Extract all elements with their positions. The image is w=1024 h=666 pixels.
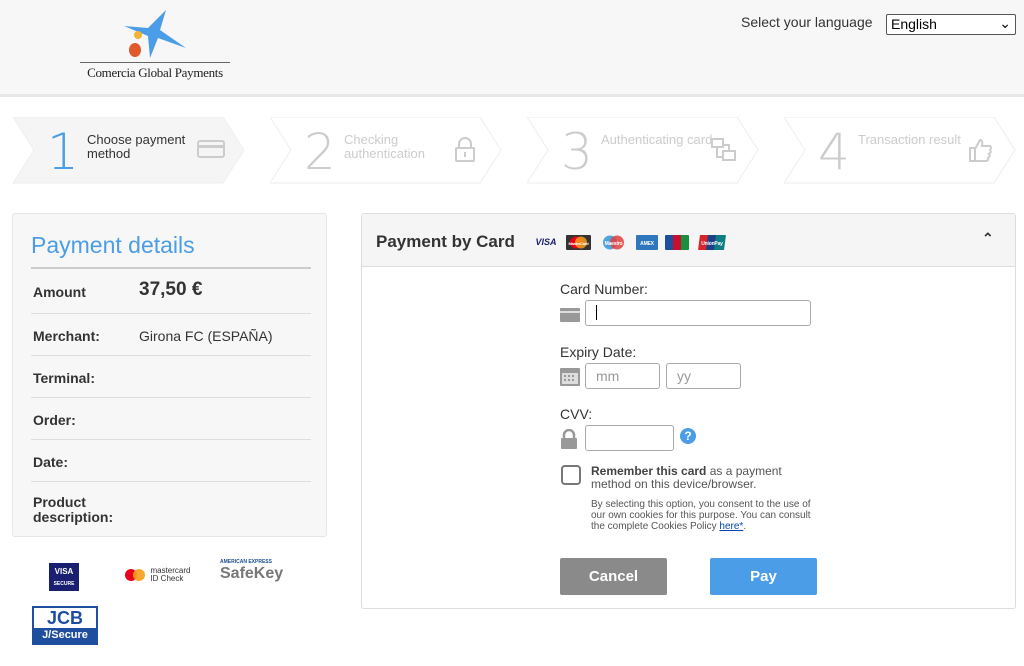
detail-row-product: Product description: bbox=[31, 482, 311, 532]
cvv-help-icon[interactable]: ? bbox=[680, 428, 696, 444]
step-1: 1 Choose payment method bbox=[13, 117, 245, 184]
mastercard-brand-icon: MasterCard bbox=[566, 235, 591, 250]
language-label: Select your language bbox=[741, 14, 873, 30]
amex-brand-text: AMEX bbox=[640, 241, 654, 247]
collapse-chevron-up-icon[interactable]: ⌃ bbox=[982, 230, 994, 247]
maestro-brand-text: Maestro bbox=[604, 241, 623, 247]
cookies-policy-link[interactable]: here* bbox=[719, 521, 743, 532]
step-label: Checking authentication bbox=[344, 132, 425, 161]
payment-details-title: Payment details bbox=[31, 232, 195, 258]
merchant-value: Girona FC (ESPAÑA) bbox=[139, 328, 273, 344]
lock-icon bbox=[561, 429, 577, 449]
calendar-icon bbox=[560, 368, 580, 386]
amex-brand-icon: AMEX bbox=[636, 235, 658, 250]
step-number: 4 bbox=[818, 123, 850, 181]
step-label: Transaction result bbox=[858, 132, 961, 147]
chevron-down-icon: ⌄ bbox=[999, 15, 1011, 31]
jcb-brand-icon bbox=[665, 235, 689, 250]
payment-details-panel: Payment details Amount 37,50 € Merchant:… bbox=[12, 213, 327, 537]
detail-key: Amount bbox=[33, 284, 86, 300]
step-label: Choose payment method bbox=[87, 132, 186, 161]
unionpay-brand-icon: UnionPay bbox=[698, 235, 726, 250]
thumbs-up-icon bbox=[969, 138, 992, 162]
card-number-label: Card Number: bbox=[560, 281, 648, 297]
step-2: 2 Checking authentication bbox=[270, 117, 502, 184]
credit-card-icon bbox=[560, 308, 580, 322]
maestro-brand-icon: Maestro bbox=[601, 235, 626, 250]
visa-secure-logo: VISA SECURE bbox=[49, 563, 79, 591]
detail-row-terminal: Terminal: bbox=[31, 356, 311, 398]
detail-key: Order: bbox=[33, 412, 76, 428]
expiry-date-label: Expiry Date: bbox=[560, 344, 637, 360]
step-number: 2 bbox=[304, 123, 336, 181]
detail-key: Product description: bbox=[33, 494, 114, 525]
unionpay-brand-text: UnionPay bbox=[701, 241, 723, 247]
step-4: 4 Transaction result bbox=[784, 117, 1016, 184]
cvv-input[interactable] bbox=[585, 425, 674, 451]
cookie-consent-text: By selecting this option, you consent to… bbox=[591, 499, 811, 532]
devices-icon bbox=[711, 138, 736, 161]
step-number: 3 bbox=[561, 123, 593, 181]
remember-card-label: Remember this card as a payment method o… bbox=[591, 464, 782, 491]
caixa-star-logo bbox=[124, 10, 186, 58]
remember-card-checkbox[interactable] bbox=[561, 465, 581, 485]
amount-value: 37,50 € bbox=[139, 279, 203, 300]
detail-row-amount: Amount 37,50 € bbox=[31, 269, 311, 314]
mastercard-brand-text: MasterCard bbox=[568, 241, 589, 246]
amex-safekey-logo: AMERICAN EXPRESS SafeKey bbox=[220, 559, 284, 582]
cancel-button[interactable]: Cancel bbox=[560, 558, 667, 595]
step-label: Authenticating card bbox=[601, 132, 713, 147]
language-value: English bbox=[891, 16, 937, 32]
detail-row-date: Date: bbox=[31, 440, 311, 482]
expiry-month-input[interactable]: mm bbox=[585, 363, 660, 389]
language-select[interactable]: English ⌄ bbox=[886, 14, 1016, 35]
card-panel-header[interactable]: Payment by Card VISA MasterCard Maestro … bbox=[362, 214, 1015, 267]
visa-brand-icon: VISA bbox=[535, 237, 557, 247]
mastercard-id-check-logo: mastercard ID Check bbox=[124, 566, 190, 584]
expiry-year-input[interactable]: yy bbox=[666, 363, 741, 389]
detail-key: Date: bbox=[33, 454, 69, 470]
card-panel-title: Payment by Card bbox=[376, 232, 515, 251]
detail-key: Merchant: bbox=[33, 328, 100, 344]
card-number-input[interactable] bbox=[585, 300, 811, 326]
lock-icon bbox=[455, 137, 475, 162]
logo-text: Comercia Global Payments bbox=[80, 62, 230, 81]
detail-row-merchant: Merchant: Girona FC (ESPAÑA) bbox=[31, 314, 311, 356]
step-number: 1 bbox=[47, 123, 79, 181]
credit-card-icon bbox=[197, 140, 225, 158]
card-payment-panel: Payment by Card VISA MasterCard Maestro … bbox=[361, 213, 1016, 609]
detail-row-order: Order: bbox=[31, 398, 311, 440]
header: Comercia Global Payments Select your lan… bbox=[0, 0, 1024, 97]
detail-key: Terminal: bbox=[33, 370, 95, 386]
jcb-jsecure-logo: JCB J/Secure bbox=[32, 606, 98, 645]
step-3: 3 Authenticating card bbox=[527, 117, 759, 184]
pay-button[interactable]: Pay bbox=[710, 558, 817, 595]
cvv-label: CVV: bbox=[560, 406, 593, 422]
